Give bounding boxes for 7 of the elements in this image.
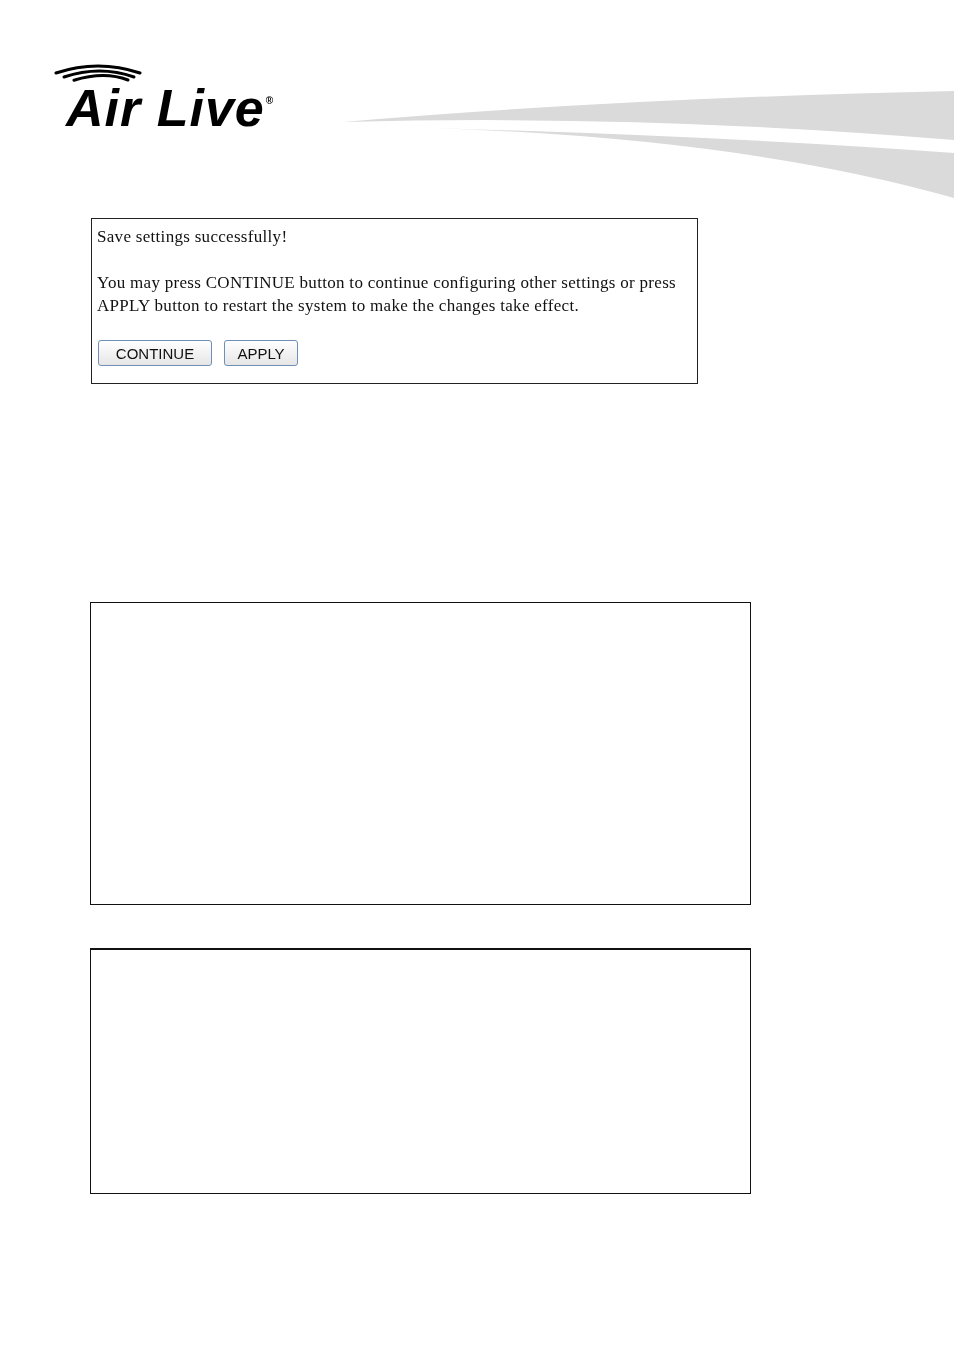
wave-arcs-icon [54, 63, 142, 82]
logo-wordmark: Air Live [66, 82, 265, 134]
dialog-button[interactable]: APPLY [224, 340, 298, 366]
dialog-button[interactable]: CONTINUE [98, 340, 212, 366]
instruction-text: You may press CONTINUE button to continue configuring other settings or press APPLY button to restart the system to make the changes take effect. [97, 272, 677, 317]
registered-mark: ® [265, 96, 274, 106]
success-message: Save settings successfully! [97, 226, 289, 248]
